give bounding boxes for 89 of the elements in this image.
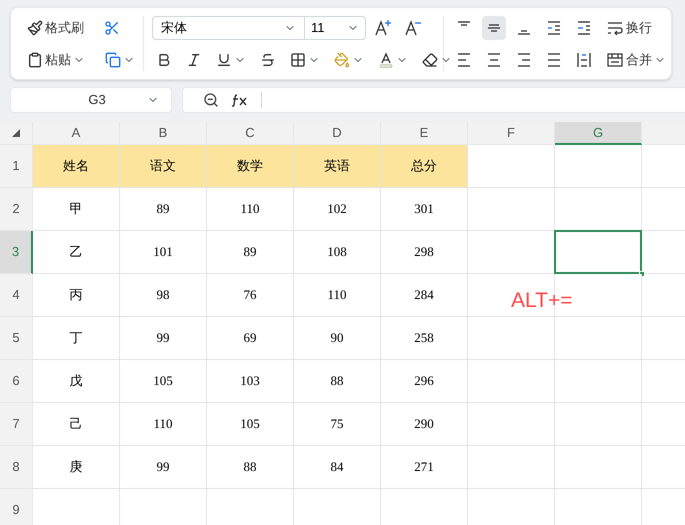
row-header[interactable]: 3: [0, 231, 33, 274]
align-icon: [458, 20, 470, 26]
column-header[interactable]: E: [381, 122, 468, 145]
table-cell: 姓名: [33, 145, 120, 188]
grid-icon: [290, 52, 306, 68]
align-icon: [488, 24, 500, 32]
align-icon: [548, 20, 560, 34]
format-painter-button[interactable]: 格式刷: [23, 16, 88, 40]
table-cell: 90: [294, 317, 381, 360]
row-header[interactable]: 7: [0, 403, 33, 446]
table-cell: 101: [120, 231, 207, 274]
table-cell: 290: [381, 403, 468, 446]
table-cell: 89: [120, 188, 207, 231]
table-cell: 98: [120, 274, 207, 317]
align-icon: [518, 30, 530, 34]
alignment-button[interactable]: [482, 16, 506, 40]
table-cell: 89: [207, 231, 294, 274]
table-cell: 庚: [33, 446, 120, 489]
align-icon: [548, 52, 560, 66]
wrap-text-button[interactable]: 换行: [602, 16, 656, 40]
align-icon: [488, 52, 500, 66]
table-cell: 110: [207, 188, 294, 231]
paste-button[interactable]: 粘贴: [23, 48, 89, 72]
column-header[interactable]: D: [294, 122, 381, 145]
table-cell: 数学: [207, 145, 294, 188]
table-cell: 284: [381, 274, 468, 317]
align-icon: [518, 52, 530, 66]
name-box[interactable]: G3: [10, 87, 172, 113]
table-cell: 英语: [294, 145, 381, 188]
table-cell: 102: [294, 188, 381, 231]
triangle-icon: [12, 129, 20, 137]
row-header[interactable]: 5: [0, 317, 33, 360]
table-cell: 76: [207, 274, 294, 317]
eraser-icon: [422, 52, 438, 68]
table-cell: 乙: [33, 231, 120, 274]
table-cell: 语文: [120, 145, 207, 188]
paint-bucket-icon: [334, 52, 350, 68]
row-header[interactable]: 8: [0, 446, 33, 489]
table-cell: 99: [120, 317, 207, 360]
row-header[interactable]: 9: [0, 489, 33, 525]
clipboard-icon: [27, 52, 43, 68]
column-header[interactable]: C: [207, 122, 294, 145]
column-header[interactable]: A: [33, 122, 120, 145]
table-cell: 105: [207, 403, 294, 446]
table-cell: 105: [120, 360, 207, 403]
table-cell: 258: [381, 317, 468, 360]
row-header[interactable]: 4: [0, 274, 33, 317]
table-cell: 丁: [33, 317, 120, 360]
column-header[interactable]: F: [468, 122, 555, 145]
merge-cells-icon: [606, 50, 624, 68]
table-cell: 110: [120, 403, 207, 446]
scissors-icon: [104, 20, 120, 36]
table-cell: 301: [381, 188, 468, 231]
column-header[interactable]: G: [555, 122, 642, 145]
table-cell: 丙: [33, 274, 120, 317]
column-header[interactable]: B: [120, 122, 207, 145]
table-cell: 298: [381, 231, 468, 274]
table-cell: 88: [294, 360, 381, 403]
zoom-out-icon: [203, 92, 219, 108]
table-cell: 108: [294, 231, 381, 274]
align-icon: [577, 52, 591, 66]
italic-icon: [186, 52, 202, 68]
table-cell: 271: [381, 446, 468, 489]
table-cell: 75: [294, 403, 381, 446]
table-cell: 戊: [33, 360, 120, 403]
function-icon: [231, 93, 249, 107]
row-header[interactable]: 2: [0, 188, 33, 231]
table-cell: 己: [33, 403, 120, 446]
table-cell: 总分: [381, 145, 468, 188]
table-cell: 69: [207, 317, 294, 360]
strikethrough-icon: [260, 52, 276, 68]
table-cell: 296: [381, 360, 468, 403]
align-icon: [578, 20, 590, 34]
table-cell: 110: [294, 274, 381, 317]
shortcut-annotation: ALT+=: [511, 288, 572, 314]
font-color-icon: [378, 52, 394, 68]
select-all-corner[interactable]: [0, 122, 33, 145]
table-cell: 103: [207, 360, 294, 403]
row-header[interactable]: 6: [0, 360, 33, 403]
table-cell: 88: [207, 446, 294, 489]
align-icon: [458, 52, 470, 66]
row-header[interactable]: 1: [0, 145, 33, 188]
copy-icon: [105, 52, 121, 68]
table-cell: 84: [294, 446, 381, 489]
table-cell: 99: [120, 446, 207, 489]
merge-button[interactable]: 合并: [602, 48, 670, 72]
table-cell: 甲: [33, 188, 120, 231]
paintbrush-icon: [27, 20, 43, 36]
underline-icon: [216, 52, 232, 68]
